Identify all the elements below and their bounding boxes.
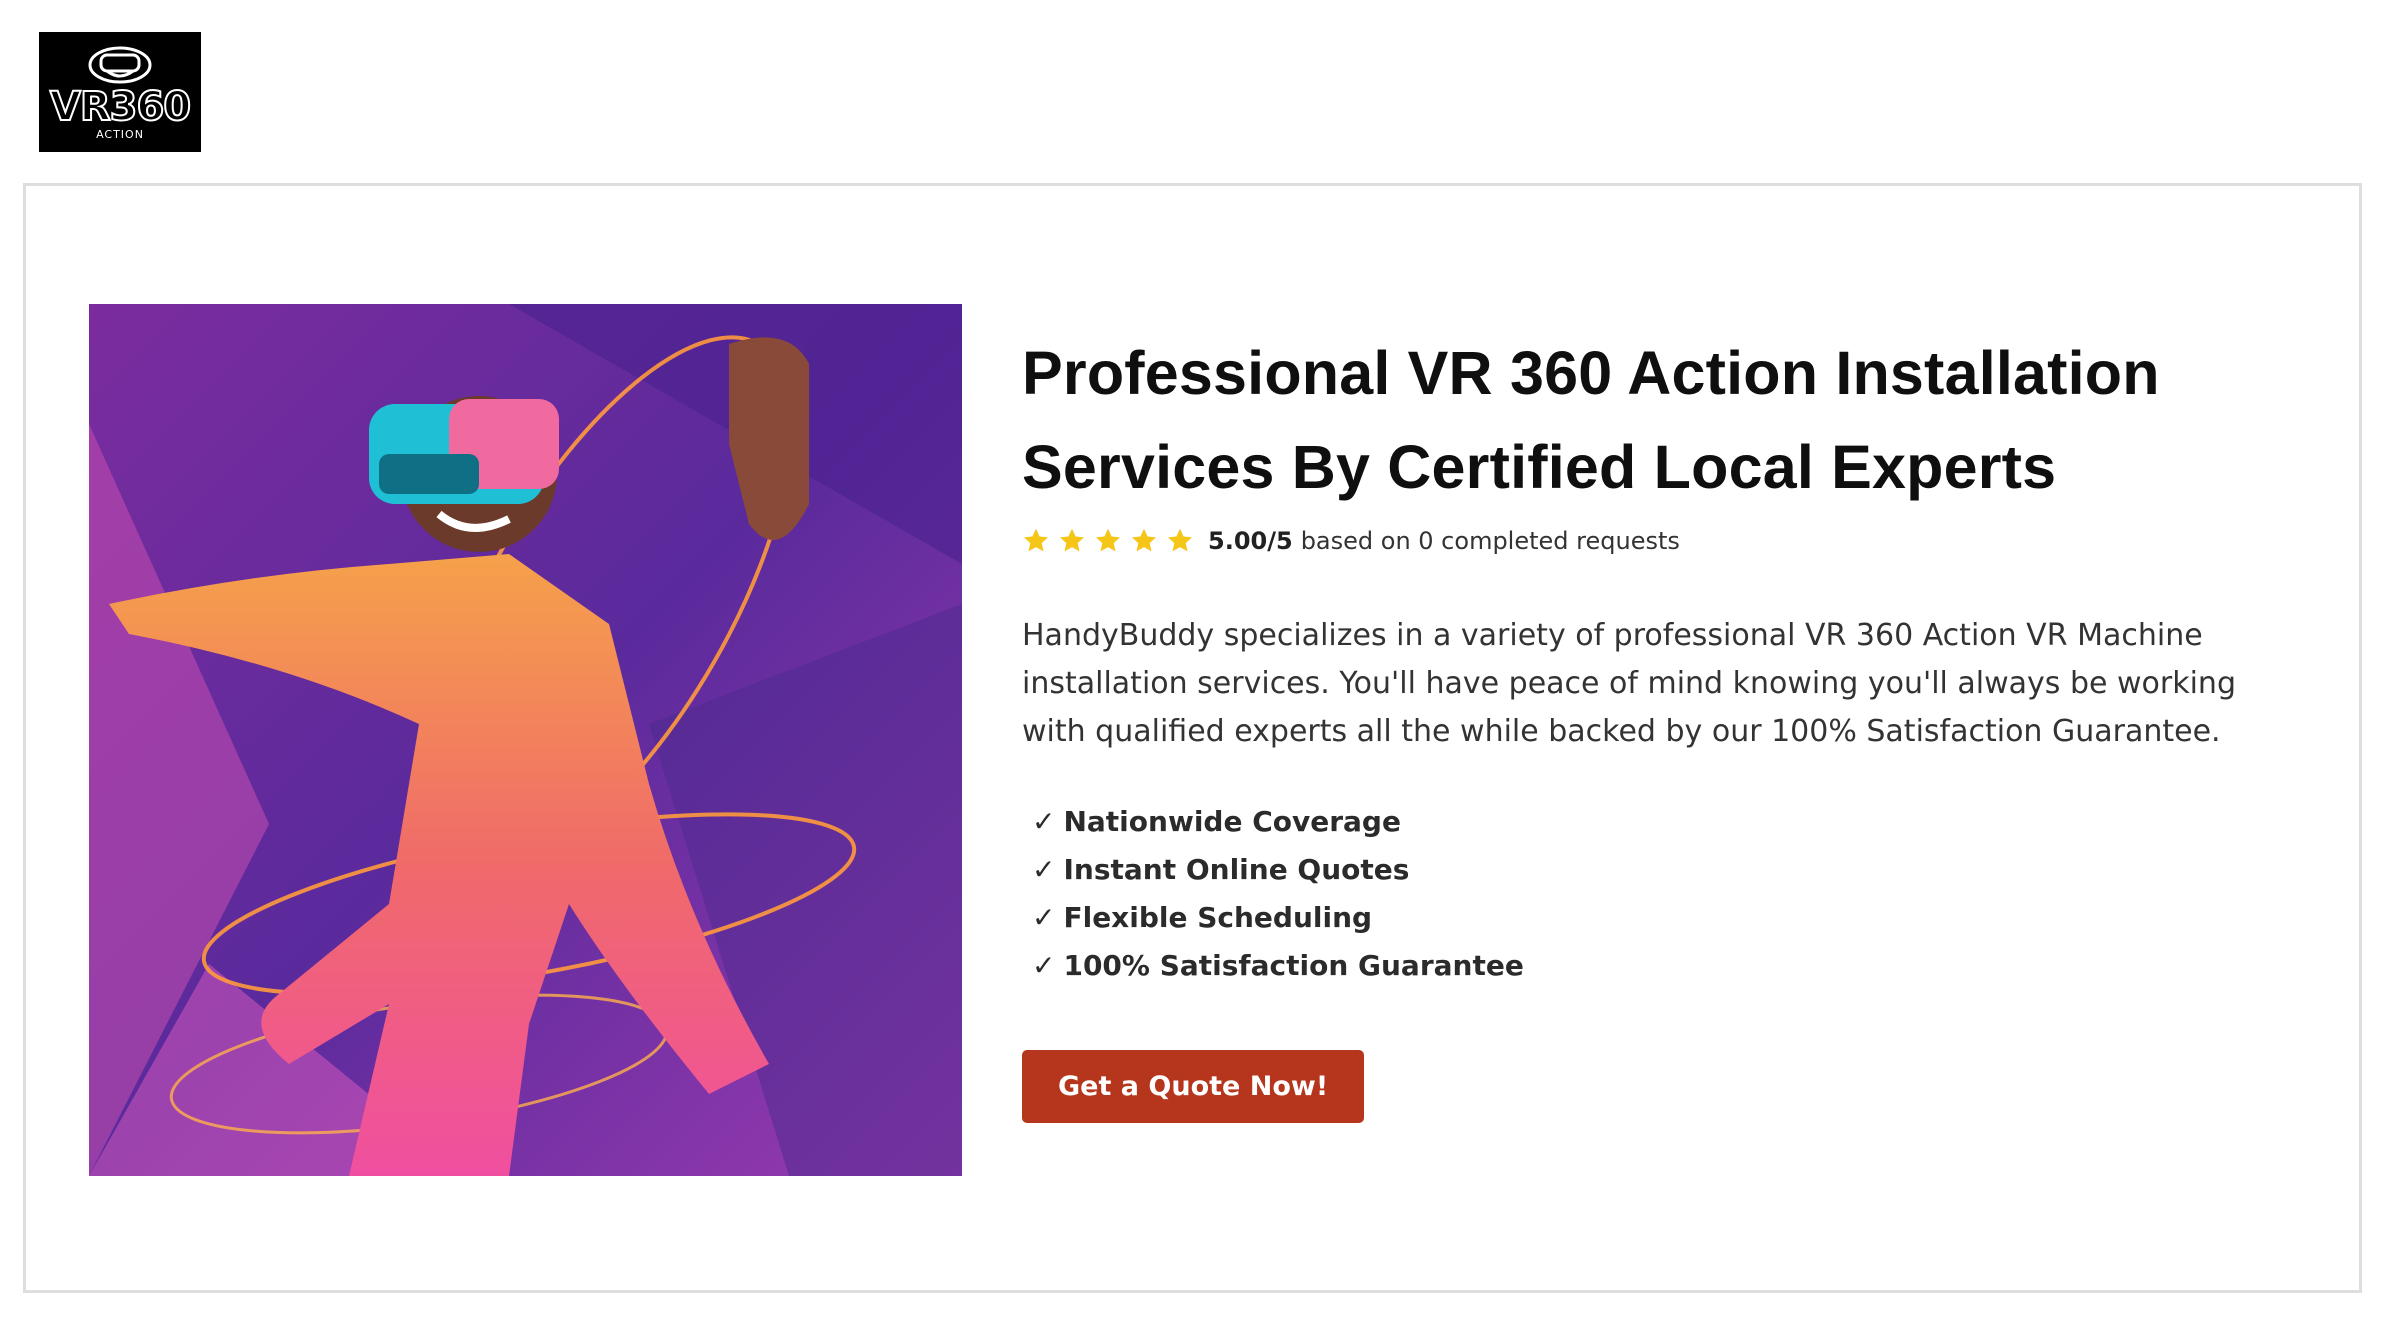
feature-label: 100% Satisfaction Guarantee (1063, 949, 1524, 982)
logo-subtext: ACTION (96, 127, 144, 141)
title-line-2: Services By Certified Local Experts (1022, 433, 2057, 501)
vr-headset-icon (88, 46, 152, 83)
list-item: ✓ Flexible Scheduling (1032, 894, 2312, 942)
service-description: HandyBuddy specializes in a variety of p… (1022, 618, 2236, 749)
feature-label: Instant Online Quotes (1063, 853, 1410, 886)
rating-score: 5.00/5 (1208, 527, 1293, 555)
rating-stars (1022, 527, 1194, 555)
rating-row: 5.00/5 based on 0 completed requests (1022, 524, 2312, 558)
rating-summary: based on 0 completed requests (1300, 527, 1680, 555)
star-icon (1059, 528, 1085, 552)
logo-wordmark: VR360 (49, 83, 192, 130)
feature-list: ✓ Nationwide Coverage ✓ Instant Online Quo… (1032, 798, 2312, 990)
list-item: ✓ 100% Satisfaction Guarantee (1032, 942, 2312, 990)
page-title: Professional VR 360 Action Installation … (1022, 326, 2312, 514)
star-icon (1023, 528, 1049, 552)
feature-label: Flexible Scheduling (1063, 901, 1373, 934)
service-card: Professional VR 360 Action Installation … (23, 183, 2362, 1293)
checkmark-icon: ✓ (1032, 853, 1056, 886)
site-logo[interactable]: VR360 ACTION (39, 32, 201, 152)
star-icon (1131, 528, 1157, 552)
star-icon (1167, 528, 1193, 552)
service-content: Professional VR 360 Action Installation … (1022, 326, 2312, 1123)
checkmark-icon: ✓ (1032, 805, 1056, 838)
checkmark-icon: ✓ (1032, 901, 1056, 934)
star-icon (1095, 528, 1121, 552)
feature-label: Nationwide Coverage (1063, 805, 1401, 838)
list-item: ✓ Nationwide Coverage (1032, 798, 2312, 846)
vr-dancer-image (89, 304, 962, 1176)
checkmark-icon: ✓ (1032, 949, 1056, 982)
title-line-1: Professional VR 360 Action Installation (1022, 339, 2160, 407)
get-quote-button[interactable]: Get a Quote Now! (1022, 1050, 1365, 1123)
list-item: ✓ Instant Online Quotes (1032, 846, 2312, 894)
